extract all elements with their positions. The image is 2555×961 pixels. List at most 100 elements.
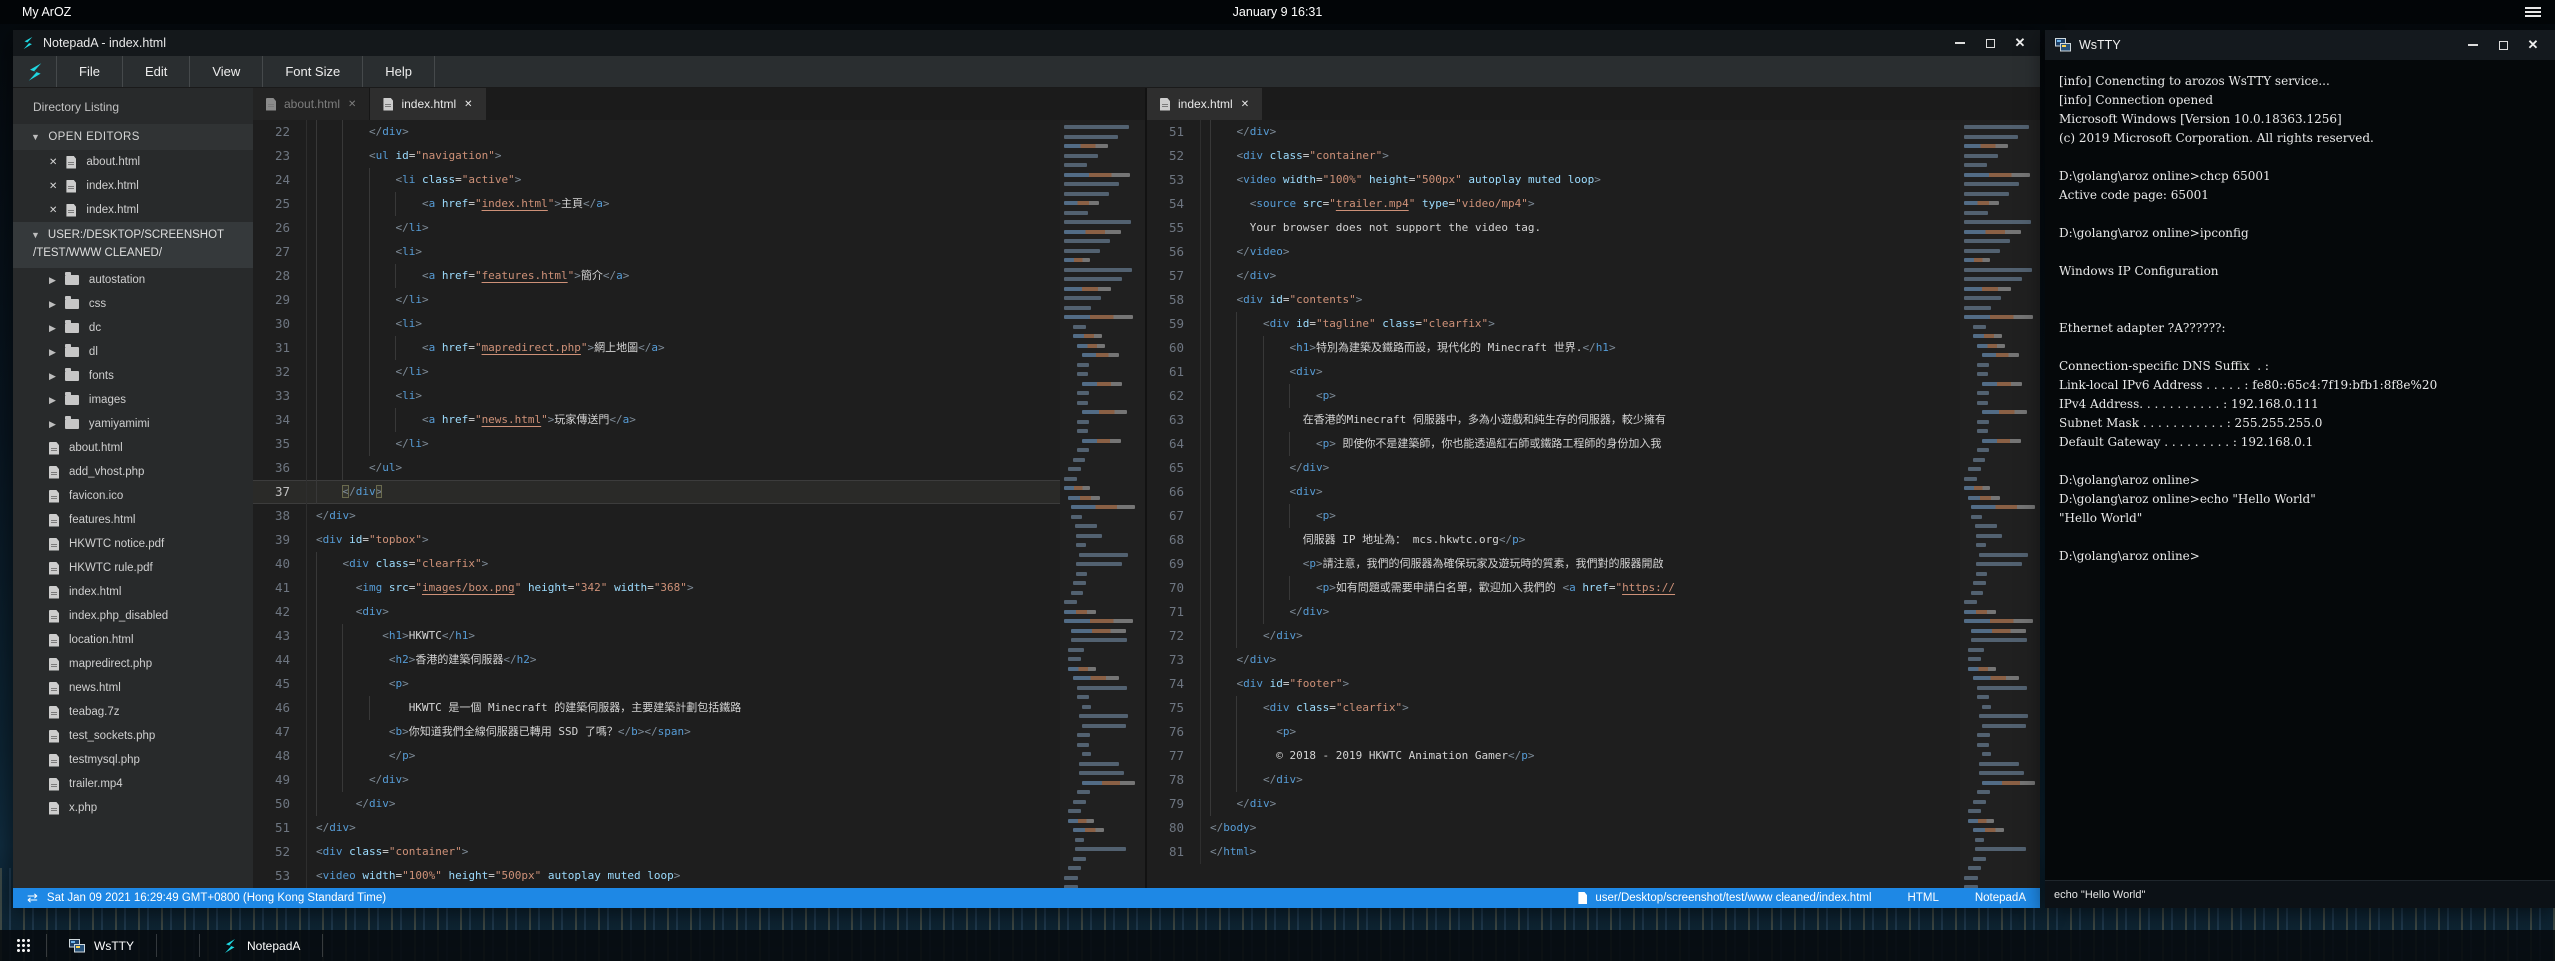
maximize-icon[interactable] — [2491, 36, 2515, 54]
code-line[interactable]: 52<div class="container"> — [253, 840, 1060, 864]
tree-file-news.html[interactable]: news.html — [13, 676, 253, 700]
code-line[interactable]: 51</div> — [253, 816, 1060, 840]
tab-index.html[interactable]: index.html✕ — [370, 88, 485, 120]
tree-folder-autostation[interactable]: ▶autostation — [13, 268, 253, 292]
code-line[interactable]: 46HKWTC 是一個 Minecraft 的建築伺服器，主要建築計劃包括鐵路 — [253, 696, 1060, 720]
code-line[interactable]: 32</li> — [253, 360, 1060, 384]
tree-file-features.html[interactable]: features.html — [13, 508, 253, 532]
close-icon[interactable]: ✕ — [2008, 34, 2032, 52]
code-line[interactable]: 28<a href="features.html">簡介</a> — [253, 264, 1060, 288]
tree-file-trailer.mp4[interactable]: trailer.mp4 — [13, 772, 253, 796]
code-line[interactable]: 55Your browser does not support the vide… — [1147, 216, 1960, 240]
minimap-right[interactable] — [1960, 120, 2040, 888]
code-line[interactable]: 24<li class="active"> — [253, 168, 1060, 192]
code-line[interactable]: 52<div class="container"> — [1147, 144, 1960, 168]
code-line[interactable]: 76<p> — [1147, 720, 1960, 744]
close-icon[interactable]: ✕ — [49, 157, 57, 168]
code-line[interactable]: 62<p> — [1147, 384, 1960, 408]
code-line[interactable]: 38</div> — [253, 504, 1060, 528]
code-line[interactable]: 40<div class="clearfix"> — [253, 552, 1060, 576]
code-line[interactable]: 44<h2>香港的建築伺服器</h2> — [253, 648, 1060, 672]
wstty-title-bar[interactable]: WsTTY ✕ — [2045, 30, 2555, 60]
code-line[interactable]: 57</div> — [1147, 264, 1960, 288]
code-line[interactable]: 50</div> — [253, 792, 1060, 816]
tree-file-mapredirect.php[interactable]: mapredirect.php — [13, 652, 253, 676]
menu-view[interactable]: View — [190, 56, 263, 87]
code-line[interactable]: 29</li> — [253, 288, 1060, 312]
close-icon[interactable]: ✕ — [348, 99, 356, 110]
code-line[interactable]: 31<a href="mapredirect.php">網上地圖</a> — [253, 336, 1060, 360]
tree-file-test_sockets.php[interactable]: test_sockets.php — [13, 724, 253, 748]
code-editor-right[interactable]: 51</div>52<div class="container">53<vide… — [1147, 120, 1960, 888]
code-line[interactable]: 36</ul> — [253, 456, 1060, 480]
code-line[interactable]: 71</div> — [1147, 600, 1960, 624]
menu-edit[interactable]: Edit — [123, 56, 190, 87]
code-line[interactable]: 61<div> — [1147, 360, 1960, 384]
tree-folder-fonts[interactable]: ▶fonts — [13, 364, 253, 388]
code-line[interactable]: 68伺服器 IP 地址為： mcs.hkwtc.org</p> — [1147, 528, 1960, 552]
code-line[interactable]: 67<p> — [1147, 504, 1960, 528]
close-icon[interactable]: ✕ — [2521, 36, 2545, 54]
code-line[interactable]: 43<h1>HKWTC</h1> — [253, 624, 1060, 648]
code-line[interactable]: 41<img src="images/box.png" height="342"… — [253, 576, 1060, 600]
open-editor-item[interactable]: ✕index.html — [13, 174, 253, 198]
code-line[interactable]: 33<li> — [253, 384, 1060, 408]
tree-file-about.html[interactable]: about.html — [13, 436, 253, 460]
code-line[interactable]: 66<div> — [1147, 480, 1960, 504]
workspace-root-header[interactable]: ▼USER:/DESKTOP/SCREENSHOT /TEST/WWW CLEA… — [13, 222, 253, 268]
code-line[interactable]: 58<div id="contents"> — [1147, 288, 1960, 312]
code-line[interactable]: 35</li> — [253, 432, 1060, 456]
tree-file-HKWTC notice.pdf[interactable]: HKWTC notice.pdf — [13, 532, 253, 556]
code-line[interactable]: 27<li> — [253, 240, 1060, 264]
code-line[interactable]: 37</div> — [253, 480, 1060, 504]
code-line[interactable]: 54<source src="trailer.mp4" type="video/… — [1147, 192, 1960, 216]
code-line[interactable]: 64<p> 即使你不是建築師，你也能透過紅石師或鐵路工程師的身份加入我 — [1147, 432, 1960, 456]
minimize-icon[interactable] — [1948, 34, 1972, 52]
tree-file-HKWTC rule.pdf[interactable]: HKWTC rule.pdf — [13, 556, 253, 580]
terminal-input-line[interactable]: echo "Hello World" — [2045, 880, 2555, 908]
code-line[interactable]: 77© 2018 - 2019 HKWTC Animation Gamer</p… — [1147, 744, 1960, 768]
code-line[interactable]: 23<ul id="navigation"> — [253, 144, 1060, 168]
code-line[interactable]: 69<p>請注意，我們的伺服器為確保玩家及遊玩時的質素，我們對的服器開啟 — [1147, 552, 1960, 576]
code-line[interactable]: 60<h1>特別為建築及鐵路而設，現代化的 Minecraft 世界.</h1> — [1147, 336, 1960, 360]
tree-file-index.php_disabled[interactable]: index.php_disabled — [13, 604, 253, 628]
code-line[interactable]: 48</p> — [253, 744, 1060, 768]
code-line[interactable]: 42<div> — [253, 600, 1060, 624]
start-apps-button[interactable] — [0, 930, 46, 961]
close-icon[interactable]: ✕ — [49, 181, 57, 192]
tree-file-x.php[interactable]: x.php — [13, 796, 253, 820]
tree-file-teabag.7z[interactable]: teabag.7z — [13, 700, 253, 724]
tree-file-location.html[interactable]: location.html — [13, 628, 253, 652]
tree-file-testmysql.php[interactable]: testmysql.php — [13, 748, 253, 772]
open-editor-item[interactable]: ✕index.html — [13, 198, 253, 222]
tree-file-add_vhost.php[interactable]: add_vhost.php — [13, 460, 253, 484]
code-line[interactable]: 47<b>你知道我們全線伺服器已轉用 SSD 了嗎？</b></span> — [253, 720, 1060, 744]
code-line[interactable]: 72</div> — [1147, 624, 1960, 648]
menu-help[interactable]: Help — [363, 56, 435, 87]
close-icon[interactable]: ✕ — [49, 205, 57, 216]
code-line[interactable]: 51</div> — [1147, 120, 1960, 144]
notepada-title-bar[interactable]: NotepadA - index.html ✕ — [13, 30, 2040, 56]
tree-folder-images[interactable]: ▶images — [13, 388, 253, 412]
code-line[interactable]: 22</div> — [253, 120, 1060, 144]
code-line[interactable]: 81</html> — [1147, 840, 1960, 864]
status-language[interactable]: HTML — [1908, 892, 1939, 904]
taskbar-item-notepada[interactable]: NotepadA — [200, 930, 322, 961]
tree-file-favicon.ico[interactable]: favicon.ico — [13, 484, 253, 508]
code-line[interactable]: 78</div> — [1147, 768, 1960, 792]
code-line[interactable]: 80</body> — [1147, 816, 1960, 840]
tab-about.html[interactable]: about.html✕ — [253, 88, 370, 120]
code-line[interactable]: 49</div> — [253, 768, 1060, 792]
minimap-left[interactable] — [1060, 120, 1145, 888]
code-line[interactable]: 45<p> — [253, 672, 1060, 696]
code-line[interactable]: 53<video width="100%" height="500px" aut… — [253, 864, 1060, 888]
open-editors-header[interactable]: ▼ OPEN EDITORS — [13, 124, 253, 150]
code-line[interactable]: 75<div class="clearfix"> — [1147, 696, 1960, 720]
code-editor-left[interactable]: 22</div>23<ul id="navigation">24<li clas… — [253, 120, 1060, 888]
tree-folder-css[interactable]: ▶css — [13, 292, 253, 316]
code-line[interactable]: 30<li> — [253, 312, 1060, 336]
menu-file[interactable]: File — [57, 56, 123, 87]
code-line[interactable]: 39<div id="topbox"> — [253, 528, 1060, 552]
code-line[interactable]: 73</div> — [1147, 648, 1960, 672]
maximize-icon[interactable] — [1978, 34, 2002, 52]
